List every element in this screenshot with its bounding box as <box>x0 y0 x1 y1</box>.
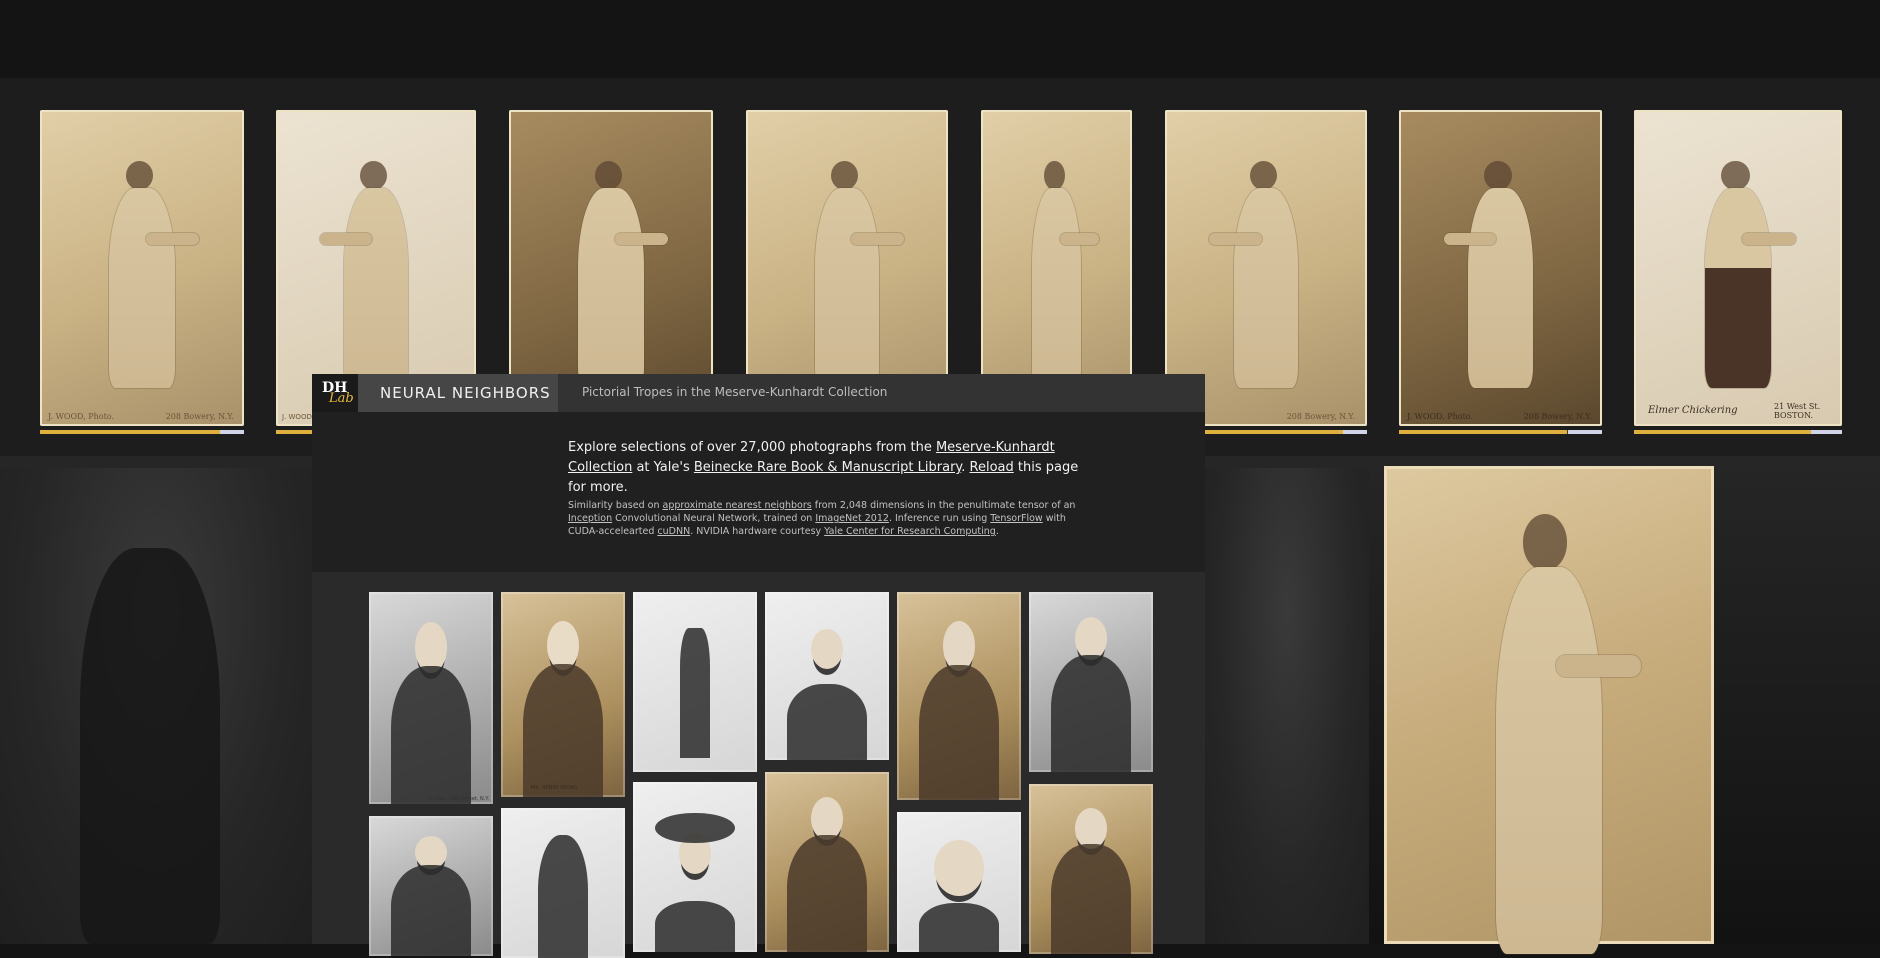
app-subtitle: Pictorial Tropes in the Meserve-Kunhardt… <box>582 385 888 399</box>
note-text: . Inference run using <box>888 513 991 524</box>
background-portrait-right <box>1205 468 1369 944</box>
photo-caption-left: J. WOOD, Photo. <box>48 412 115 421</box>
boxer-figure <box>101 160 200 389</box>
intro-text: Explore selections of over 27,000 photog… <box>568 438 1088 498</box>
title-tab[interactable]: NEURAL NEIGHBORS <box>358 374 558 412</box>
boxer-figure <box>1209 160 1307 389</box>
background-portrait-left <box>0 468 312 944</box>
neighbor-photo[interactable] <box>897 812 1021 952</box>
boxer-figure <box>320 160 416 389</box>
photo-caption-right: 21 West St. BOSTON. <box>1774 402 1821 420</box>
note-text: . NVIDIA hardware courtesy <box>690 526 825 537</box>
neighbor-photo[interactable]: MR. HENRY IRVING <box>501 592 625 797</box>
intro-area: Explore selections of over 27,000 photog… <box>312 412 1205 572</box>
ann-link[interactable]: approximate nearest neighbors <box>663 500 812 511</box>
boxer-figure <box>1696 160 1797 389</box>
intro-text-part: at Yale's <box>632 460 694 475</box>
neighbor-photo[interactable] <box>765 772 889 952</box>
note-text: Similarity based on <box>568 500 663 511</box>
boxer-figure <box>807 160 904 389</box>
intro-text-part: . <box>961 460 970 475</box>
cudnn-link[interactable]: cuDNN <box>657 526 690 537</box>
tensorflow-link[interactable]: TensorFlow <box>990 513 1042 524</box>
neighbor-photo[interactable] <box>369 816 493 956</box>
photo-progress-bar <box>1205 430 1367 434</box>
logo-lab-text: Lab <box>329 391 354 406</box>
photo-caption-right: 208 Bowery, N.Y. <box>165 412 234 421</box>
photo-progress-bar <box>276 430 312 434</box>
strip-photo[interactable]: Elmer Chickering 21 West St. BOSTON. <box>1634 110 1842 426</box>
panel-header: DH Lab NEURAL NEIGHBORS Pictorial Tropes… <box>312 374 1205 412</box>
strip-photo[interactable]: J. WOOD, Photo. 208 Bowery, N.Y. <box>1399 110 1602 426</box>
top-bar <box>0 0 1880 78</box>
library-link[interactable]: Beinecke Rare Book & Manuscript Library <box>694 460 961 475</box>
photo-progress-bar <box>1634 430 1842 434</box>
note-text: Convolutional Neural Network, trained on <box>612 513 816 524</box>
neighbor-photo[interactable] <box>1029 592 1153 772</box>
neighbor-photo[interactable] <box>897 592 1021 800</box>
note-text: . <box>995 526 999 537</box>
inception-link[interactable]: Inception <box>568 513 612 524</box>
intro-text-part: Explore selections of over 27,000 photog… <box>568 440 936 455</box>
note-text: from 2,048 dimensions in the penultimate… <box>811 500 1076 511</box>
featured-photo[interactable] <box>1384 466 1714 954</box>
neighbor-photo[interactable] <box>765 592 889 760</box>
dh-lab-logo[interactable]: DH Lab <box>312 374 358 412</box>
neighbor-photo[interactable] <box>633 592 757 772</box>
neighbor-photo[interactable] <box>1029 784 1153 954</box>
info-panel: DH Lab NEURAL NEIGHBORS Pictorial Tropes… <box>312 374 1205 958</box>
boxer-figure <box>1026 160 1099 389</box>
neighbor-photo[interactable]: 26 West 14th Street, N.Y. <box>369 592 493 804</box>
strip-photo[interactable]: J. WOOD, Photo. 208 Bowery, N.Y. <box>40 110 244 426</box>
boxer-figure <box>1443 160 1541 389</box>
neighbor-photo[interactable] <box>501 808 625 958</box>
photo-caption-right: 208 Bowery, N.Y. <box>1523 412 1592 421</box>
photo-caption-left: Elmer Chickering <box>1648 405 1738 416</box>
yale-research-computing-link[interactable]: Yale Center for Research Computing <box>824 526 996 537</box>
photo-caption-left: J. WOOD <box>282 413 312 421</box>
thumb-caption: 26 West 14th Street, N.Y. <box>426 796 489 802</box>
thumb-caption: MR. HENRY IRVING <box>531 785 578 791</box>
reload-link[interactable]: Reload <box>970 460 1014 475</box>
photo-progress-bar <box>40 430 244 434</box>
neighbor-photo[interactable] <box>633 782 757 952</box>
boxer-figure <box>1483 513 1642 954</box>
boxer-figure <box>570 160 669 389</box>
photo-caption-right: 208 Bowery, N.Y. <box>1286 412 1355 421</box>
app-title: NEURAL NEIGHBORS <box>380 384 551 402</box>
imagenet-link[interactable]: ImageNet 2012 <box>815 513 889 524</box>
photo-caption-left: J. WOOD, Photo. <box>1407 412 1474 421</box>
technical-note: Similarity based on approximate nearest … <box>568 499 1088 538</box>
photo-progress-bar <box>1399 430 1602 434</box>
